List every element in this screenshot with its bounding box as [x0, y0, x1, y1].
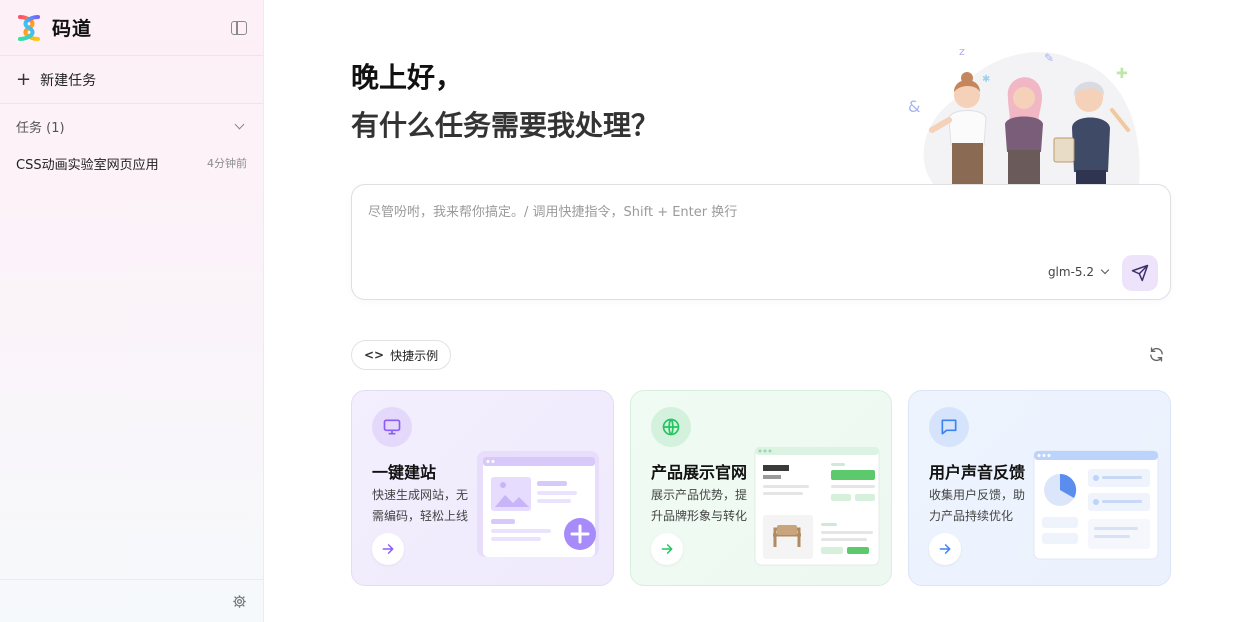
- arrow-right-icon: [939, 544, 951, 554]
- card-description: 展示产品优势，提升品牌形象与转化: [651, 488, 748, 523]
- chevron-down-icon: [1100, 265, 1110, 275]
- sidebar-header: 码道: [0, 0, 263, 56]
- monitor-icon: [383, 419, 401, 435]
- card-arrow-button[interactable]: [372, 533, 404, 565]
- globe-icon: [662, 418, 680, 436]
- sidebar: 码道 + 新建任务 任务 (1) CSS动画实验室网页应用 4分钟前: [0, 0, 264, 622]
- send-icon: [1131, 264, 1149, 282]
- example-card-user-feedback[interactable]: 用户声音反馈 收集用户反馈，助力产品持续优化: [908, 390, 1171, 586]
- new-task-label: 新建任务: [40, 72, 97, 89]
- feedback-dashboard-illustration: [1033, 450, 1159, 560]
- card-description: 收集用户反馈，助力产品持续优化: [929, 488, 1026, 523]
- example-card-website[interactable]: 一键建站 快速生成网站，无需编码，轻松上线: [351, 390, 614, 586]
- tasks-section-header[interactable]: 任务 (1): [0, 104, 263, 148]
- svg-text:z: z: [959, 45, 965, 58]
- main-panel: 晚上好， 有什么任务需要我处理？ z ✎ ✚ & ✱ glm-5.2: [264, 0, 1258, 622]
- task-item[interactable]: CSS动画实验室网页应用 4分钟前: [0, 148, 263, 178]
- card-description: 快速生成网站，无需编码，轻松上线: [372, 488, 469, 523]
- website-builder-illustration: [477, 451, 599, 557]
- logo-icon: [18, 14, 40, 41]
- plus-icon: +: [16, 68, 32, 90]
- prompt-composer: glm-5.2: [351, 184, 1171, 300]
- quick-examples-chip[interactable]: <> 快捷示例: [351, 340, 452, 370]
- code-icon: <>: [364, 348, 385, 362]
- product-site-illustration: [754, 447, 880, 566]
- gear-icon[interactable]: [232, 594, 247, 609]
- refresh-icon[interactable]: [1148, 346, 1165, 363]
- card-icon-wrap: [651, 407, 691, 447]
- card-arrow-button[interactable]: [651, 533, 683, 565]
- arrow-right-icon: [661, 544, 673, 554]
- model-selector[interactable]: glm-5.2: [1047, 265, 1110, 279]
- task-title: CSS动画实验室网页应用: [16, 157, 159, 173]
- brand-name: 码道: [52, 18, 93, 40]
- example-card-product-site[interactable]: 产品展示官网 展示产品优势，提升品牌形象与转化: [630, 390, 892, 586]
- card-icon-wrap: [929, 407, 969, 447]
- chat-icon: [941, 419, 957, 435]
- card-title: 一键建站: [372, 463, 437, 482]
- arrow-right-icon: [382, 544, 394, 554]
- sidebar-toggle-icon[interactable]: [231, 20, 247, 35]
- quick-examples-label: 快捷示例: [390, 348, 439, 363]
- svg-text:✎: ✎: [1044, 51, 1054, 65]
- card-title: 产品展示官网: [651, 463, 748, 482]
- chevron-down-icon: [234, 119, 245, 129]
- svg-text:✱: ✱: [982, 74, 990, 85]
- greeting-title: 晚上好，: [351, 61, 464, 94]
- card-arrow-button[interactable]: [929, 533, 961, 565]
- card-title: 用户声音反馈: [929, 463, 1026, 482]
- svg-text:✚: ✚: [1116, 66, 1128, 82]
- model-label: glm-5.2: [1047, 265, 1094, 279]
- prompt-input[interactable]: [368, 201, 1148, 247]
- send-button[interactable]: [1122, 255, 1158, 291]
- card-icon-wrap: [372, 407, 412, 447]
- hero-illustration: z ✎ ✚ & ✱: [908, 45, 1140, 185]
- new-task-button[interactable]: + 新建任务: [0, 56, 263, 104]
- sidebar-footer: [0, 579, 263, 622]
- svg-text:&: &: [908, 97, 920, 116]
- tasks-section-label: 任务 (1): [16, 120, 65, 136]
- task-time: 4分钟前: [207, 157, 247, 170]
- greeting-subtitle: 有什么任务需要我处理？: [351, 109, 660, 142]
